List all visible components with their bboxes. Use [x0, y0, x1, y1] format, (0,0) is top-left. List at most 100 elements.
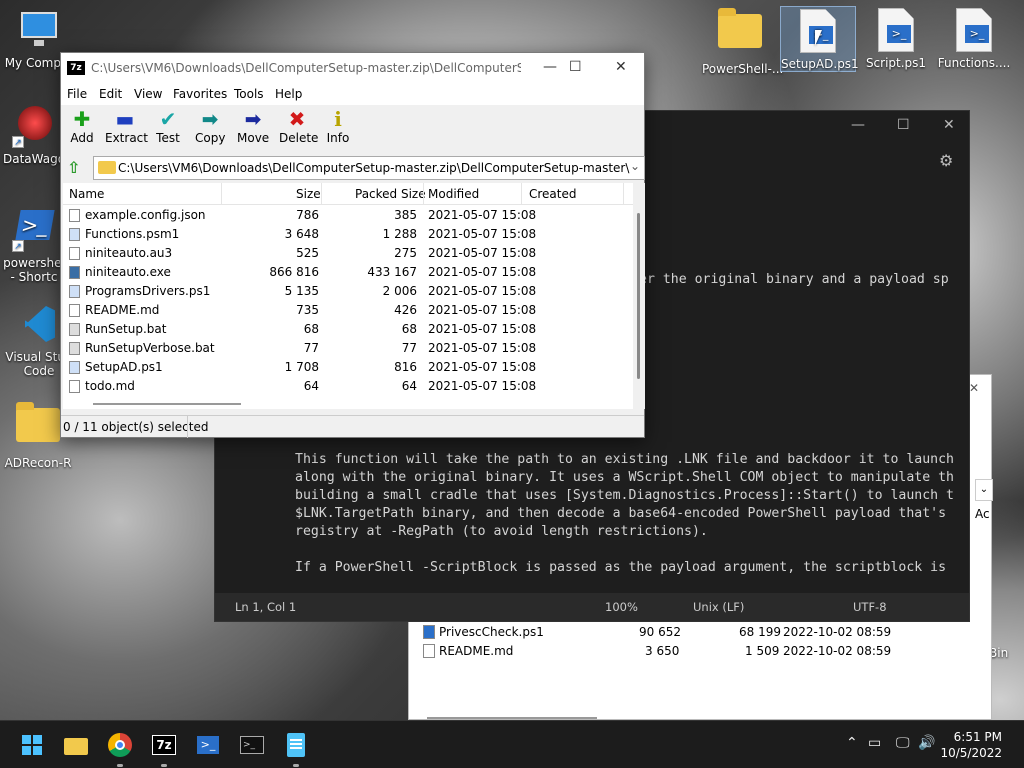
list-item[interactable]: README.md 3 650 1 509 2022-10-02 08:59: [417, 642, 991, 661]
ps1-file-icon: >_: [952, 8, 996, 52]
table-row[interactable]: RunSetup.bat 68 68 2021-05-07 15:08: [63, 320, 633, 339]
code-line: $LNK.TargetPath binary, and then decode …: [295, 506, 947, 521]
table-row[interactable]: niniteauto.exe 866 816 433 167 2021-05-07 1…: [63, 263, 633, 282]
volume-icon[interactable]: 🔊: [918, 735, 935, 751]
chevron-up-icon[interactable]: ⌃: [846, 735, 858, 751]
line-ending[interactable]: Unix (LF): [693, 600, 744, 614]
table-row[interactable]: todo.md 64 64 2021-05-07 15:08: [63, 377, 633, 396]
table-row[interactable]: SetupAD.ps1 1 708 816 2021-05-07 15:08: [63, 358, 633, 377]
info-icon: i: [334, 107, 342, 131]
status-bar: 0 / 11 object(s) selected: [61, 415, 644, 438]
close-icon[interactable]: ✕: [943, 117, 955, 133]
desktop-icon-script[interactable]: >_ Script.ps1: [858, 8, 934, 70]
status-bar: Ln 1, Col 1 100% Unix (LF) UTF-8: [215, 593, 969, 621]
table-row[interactable]: example.config.json 786 385 2021-05-07 15:0…: [63, 206, 633, 225]
toolbar: ✚ Add ▬ Extract ✔ Test ➡ Copy ➡ Move ✖ D…: [61, 105, 644, 151]
keyboard-icon[interactable]: ▭: [868, 735, 881, 751]
network-icon[interactable]: 🖵: [896, 735, 910, 751]
chevron-down-icon[interactable]: ⌄: [975, 479, 993, 501]
column-size[interactable]: Size: [296, 187, 321, 201]
zoom-level[interactable]: 100%: [605, 600, 638, 614]
document-icon: [69, 247, 80, 260]
copy-arrow-icon: ➡: [201, 107, 219, 131]
close-icon[interactable]: ✕: [969, 381, 979, 395]
desktop-icon-functions[interactable]: >_ Functions....: [936, 8, 1012, 70]
table-row[interactable]: README.md 735 426 2021-05-07 15:08: [63, 301, 633, 320]
chevron-down-icon[interactable]: ⌄: [630, 159, 640, 173]
encoding[interactable]: UTF-8: [853, 600, 887, 614]
menu-view[interactable]: View: [134, 87, 162, 101]
folder-icon: [718, 8, 762, 58]
menu-favorites[interactable]: Favorites: [173, 87, 227, 101]
up-folder-icon[interactable]: ⇧: [67, 158, 80, 177]
column-packed-size[interactable]: Packed Size: [355, 187, 426, 201]
archive-manager-window[interactable]: 7z C:\Users\VM6\Downloads\DellComputerSe…: [60, 52, 645, 438]
add-button[interactable]: ✚ Add: [69, 107, 95, 145]
test-button[interactable]: ✔ Test: [154, 107, 182, 145]
bat-file-icon: [69, 323, 80, 336]
ps1-file-icon: [69, 285, 80, 298]
ps1-file-icon: [69, 361, 80, 374]
7zip-icon[interactable]: 7z: [148, 729, 180, 767]
maximize-icon[interactable]: ☐: [897, 117, 910, 133]
delete-button[interactable]: ✖ Delete: [279, 107, 318, 145]
ps1-file-icon: [69, 228, 80, 241]
editor-clip: [955, 141, 969, 581]
powershell-icon[interactable]: >_: [192, 729, 224, 761]
path-input[interactable]: C:\Users\VM6\Downloads\DellComputerSetup…: [93, 156, 645, 180]
bat-file-icon: [69, 342, 80, 355]
taskbar: 7z >_ >_ ⌃ ▭ 🖵 🔊 6:51 PM 10/5/2022: [0, 720, 1024, 768]
column-name[interactable]: Name: [69, 187, 104, 201]
list-item[interactable]: PrivescCheck.ps1 90 652 68 199 2022-10-0…: [417, 623, 991, 642]
desktop-icon-label: ADRecon-R: [4, 456, 72, 470]
folder-icon: [16, 402, 60, 452]
close-icon[interactable]: ✕: [615, 59, 627, 75]
column-modified[interactable]: Modified: [428, 187, 479, 201]
desktop-icon-powershell-folder[interactable]: PowerShell-...: [702, 8, 783, 76]
column-created[interactable]: Created: [529, 187, 577, 201]
document-icon: [423, 644, 435, 658]
table-row[interactable]: niniteauto.au3 525 275 2021-05-07 15:08: [63, 244, 633, 263]
powershell-icon: >_ ↗: [12, 208, 56, 252]
vertical-scrollbar[interactable]: [633, 183, 645, 409]
chrome-icon[interactable]: [104, 729, 136, 767]
file-explorer-icon[interactable]: [60, 729, 92, 761]
desktop-icon-label: Script.ps1: [865, 56, 927, 70]
table-row[interactable]: Functions.psm1 3 648 1 288 2021-05-07 15:08: [63, 225, 633, 244]
shortcut-arrow-icon: ↗: [12, 136, 24, 148]
vscode-icon: [17, 302, 61, 346]
table-row[interactable]: RunSetupVerbose.bat 77 77 2021-05-07 15:08: [63, 339, 633, 358]
info-button[interactable]: i Info: [326, 107, 350, 145]
ps1-file-icon: >_: [874, 8, 918, 52]
horizontal-scrollbar[interactable]: [63, 399, 633, 409]
notepad-icon[interactable]: [280, 729, 312, 767]
clock[interactable]: 6:51 PM 10/5/2022: [940, 729, 1002, 761]
move-button[interactable]: ➡ Move: [237, 107, 269, 145]
minimize-icon[interactable]: —: [851, 117, 865, 133]
document-icon: [69, 209, 80, 222]
address-bar: ⇧ C:\Users\VM6\Downloads\DellComputerSet…: [61, 153, 645, 183]
menu-file[interactable]: File: [67, 87, 87, 101]
folder-icon: [98, 161, 116, 174]
code-line: along with the original binary. It uses …: [295, 470, 954, 485]
monitor-icon: [17, 8, 61, 52]
horizontal-scrollbar[interactable]: [427, 717, 597, 719]
desktop-icon-label: SetupAD.ps1: [781, 57, 859, 71]
test-check-icon: ✔: [159, 107, 177, 131]
minus-icon: ▬: [115, 107, 135, 131]
menu-help[interactable]: Help: [275, 87, 302, 101]
copy-button[interactable]: ➡ Copy: [195, 107, 225, 145]
ps1-file-icon: [423, 625, 435, 639]
menu-edit[interactable]: Edit: [99, 87, 122, 101]
cursor-position[interactable]: Ln 1, Col 1: [235, 600, 296, 614]
code-line: registry at -RegPath (to avoid length re…: [295, 524, 708, 539]
menu-tools[interactable]: Tools: [234, 87, 264, 101]
table-row[interactable]: ProgramsDrivers.ps1 5 135 2 006 2021-05-07 …: [63, 282, 633, 301]
minimize-icon[interactable]: —: [543, 59, 557, 75]
gear-icon[interactable]: ⚙: [939, 151, 953, 170]
windows-start-icon[interactable]: [16, 729, 48, 761]
extract-button[interactable]: ▬ Extract: [105, 107, 148, 145]
maximize-icon[interactable]: ☐: [569, 59, 582, 75]
terminal-icon[interactable]: >_: [236, 729, 268, 761]
code-line: If a PowerShell -ScriptBlock is passed a…: [295, 560, 947, 575]
